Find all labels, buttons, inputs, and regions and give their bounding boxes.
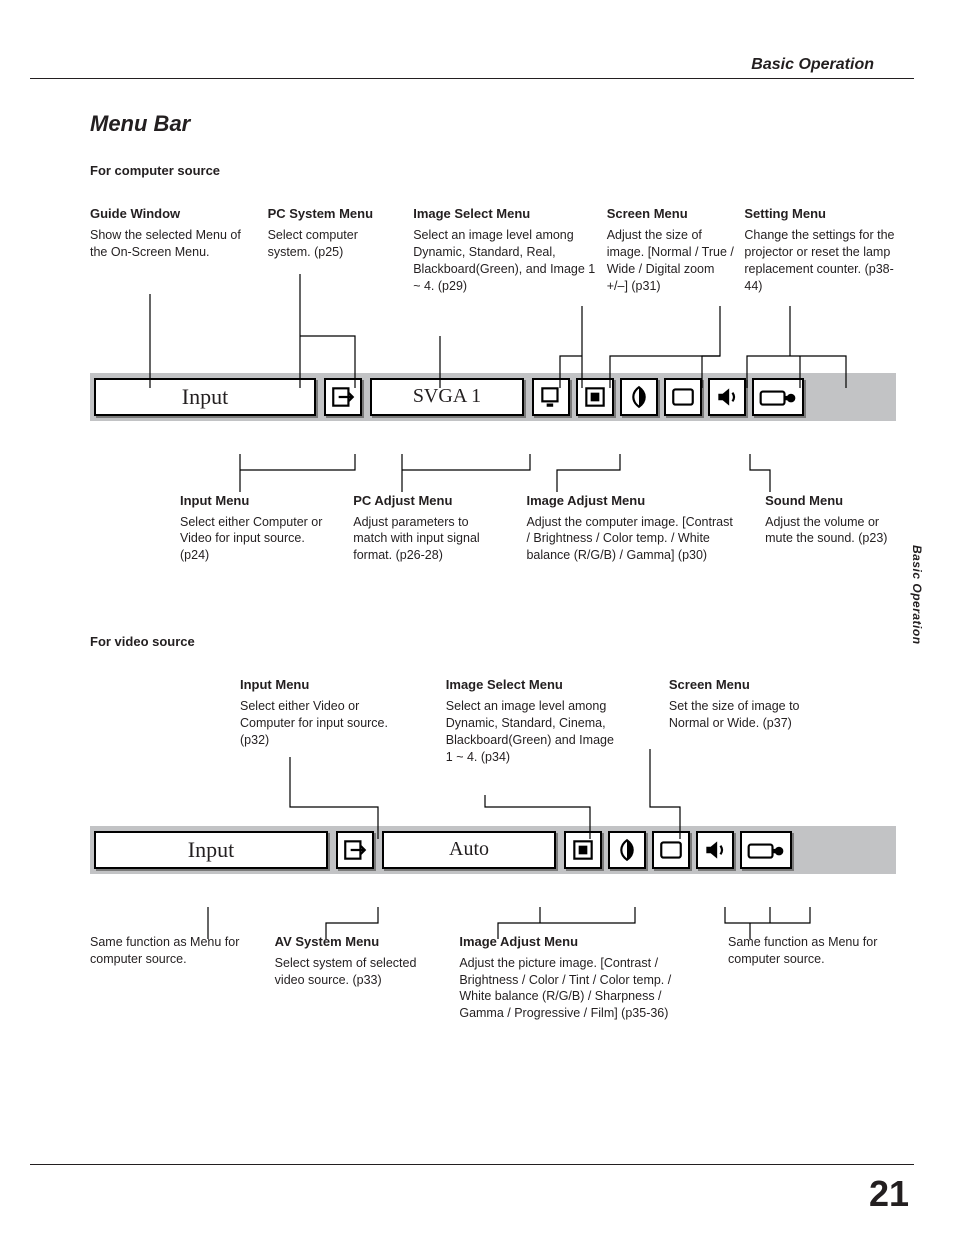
callout-av-system: AV System Menu Select system of selected… — [275, 934, 434, 1023]
running-header: Basic Operation — [751, 56, 874, 74]
callout-heading: Input Menu — [180, 493, 327, 508]
input-menu-icon — [324, 378, 362, 416]
image-adjust-icon — [608, 831, 646, 869]
guide-window-box: Input — [94, 378, 316, 416]
callout-image-adjust: Image Adjust Menu Adjust the computer im… — [526, 493, 739, 565]
callout-heading: Guide Window — [90, 206, 258, 221]
callout-desc: Set the size of image to Normal or Wide.… — [669, 698, 816, 732]
callout-guide-window: Guide Window Show the selected Menu of t… — [90, 206, 258, 295]
menu-bar-video: Input Auto — [90, 826, 896, 874]
callout-heading: Image Adjust Menu — [459, 934, 702, 949]
header-rule — [30, 78, 914, 79]
callout-desc: Adjust parameters to match with input si… — [353, 514, 500, 565]
input-menu-icon — [336, 831, 374, 869]
callout-heading: PC System Menu — [268, 206, 404, 221]
setting-icon — [740, 831, 792, 869]
callout-v-input: Input Menu Select either Video or Comput… — [240, 677, 396, 766]
page-title: Menu Bar — [90, 111, 896, 137]
callout-desc: Select either Video or Computer for inpu… — [240, 698, 396, 749]
callout-sound: Sound Menu Adjust the volume or mute the… — [765, 493, 896, 565]
callout-desc: Select system of selected video source. … — [275, 955, 434, 989]
footer-rule — [30, 1164, 914, 1165]
sound-icon — [708, 378, 746, 416]
callout-desc: Same function as Menu for computer sourc… — [728, 934, 896, 968]
callout-pc-adjust: PC Adjust Menu Adjust parameters to matc… — [353, 493, 500, 565]
section-computer-source: For computer source Guide Window Show th… — [90, 163, 896, 564]
callout-desc: Adjust the volume or mute the sound. (p2… — [765, 514, 896, 548]
menu-bar-computer: Input SVGA 1 — [90, 373, 896, 421]
callout-desc: Show the selected Menu of the On-Screen … — [90, 227, 258, 261]
callout-same-left: Same function as Menu for computer sourc… — [90, 934, 249, 1023]
callout-desc: Adjust the size of image. [Normal / True… — [607, 227, 735, 295]
callout-image-select: Image Select Menu Select an image level … — [413, 206, 597, 295]
screen-icon — [652, 831, 690, 869]
system-box: Auto — [382, 831, 556, 869]
callout-heading: AV System Menu — [275, 934, 434, 949]
image-select-icon — [576, 378, 614, 416]
callout-desc: Select either Computer or Video for inpu… — [180, 514, 327, 565]
callout-heading: PC Adjust Menu — [353, 493, 500, 508]
screen-icon — [664, 378, 702, 416]
callout-screen: Screen Menu Adjust the size of image. [N… — [607, 206, 735, 295]
side-tab: Basic Operation — [910, 545, 932, 645]
guide-window-box: Input — [94, 831, 328, 869]
callout-input-menu: Input Menu Select either Computer or Vid… — [180, 493, 327, 565]
system-box: SVGA 1 — [370, 378, 524, 416]
callout-desc: Select an image level among Dynamic, Sta… — [413, 227, 597, 295]
callout-heading: Image Select Menu — [413, 206, 597, 221]
section-label: For computer source — [90, 163, 896, 178]
callout-heading: Screen Menu — [607, 206, 735, 221]
callout-v-screen: Screen Menu Set the size of image to Nor… — [669, 677, 816, 766]
callout-heading: Image Select Menu — [446, 677, 619, 692]
sound-icon — [696, 831, 734, 869]
section-label: For video source — [90, 634, 896, 649]
image-adjust-icon — [620, 378, 658, 416]
callout-desc: Change the settings for the projector or… — [744, 227, 896, 295]
callout-desc: Select an image level among Dynamic, Sta… — [446, 698, 619, 766]
callout-pc-system: PC System Menu Select computer system. (… — [268, 206, 404, 295]
setting-icon — [752, 378, 804, 416]
callout-heading: Input Menu — [240, 677, 396, 692]
side-tab-label: Basic Operation — [910, 545, 924, 645]
callout-heading: Image Adjust Menu — [526, 493, 739, 508]
callout-desc: Same function as Menu for computer sourc… — [90, 934, 249, 968]
pc-adjust-icon — [532, 378, 570, 416]
callout-heading: Sound Menu — [765, 493, 896, 508]
callout-desc: Select computer system. (p25) — [268, 227, 404, 261]
section-video-source: For video source Input Menu Select eithe… — [90, 634, 896, 1022]
callout-same-right: Same function as Menu for computer sourc… — [728, 934, 896, 1023]
callout-setting: Setting Menu Change the settings for the… — [744, 206, 896, 295]
callout-v-image-adjust: Image Adjust Menu Adjust the picture ima… — [459, 934, 702, 1023]
callout-v-image-select: Image Select Menu Select an image level … — [446, 677, 619, 766]
callout-heading: Setting Menu — [744, 206, 896, 221]
page-number: 21 — [869, 1173, 909, 1215]
callout-desc: Adjust the computer image. [Contrast / B… — [526, 514, 739, 565]
callout-desc: Adjust the picture image. [Contrast / Br… — [459, 955, 702, 1023]
callout-heading: Screen Menu — [669, 677, 816, 692]
image-select-icon — [564, 831, 602, 869]
